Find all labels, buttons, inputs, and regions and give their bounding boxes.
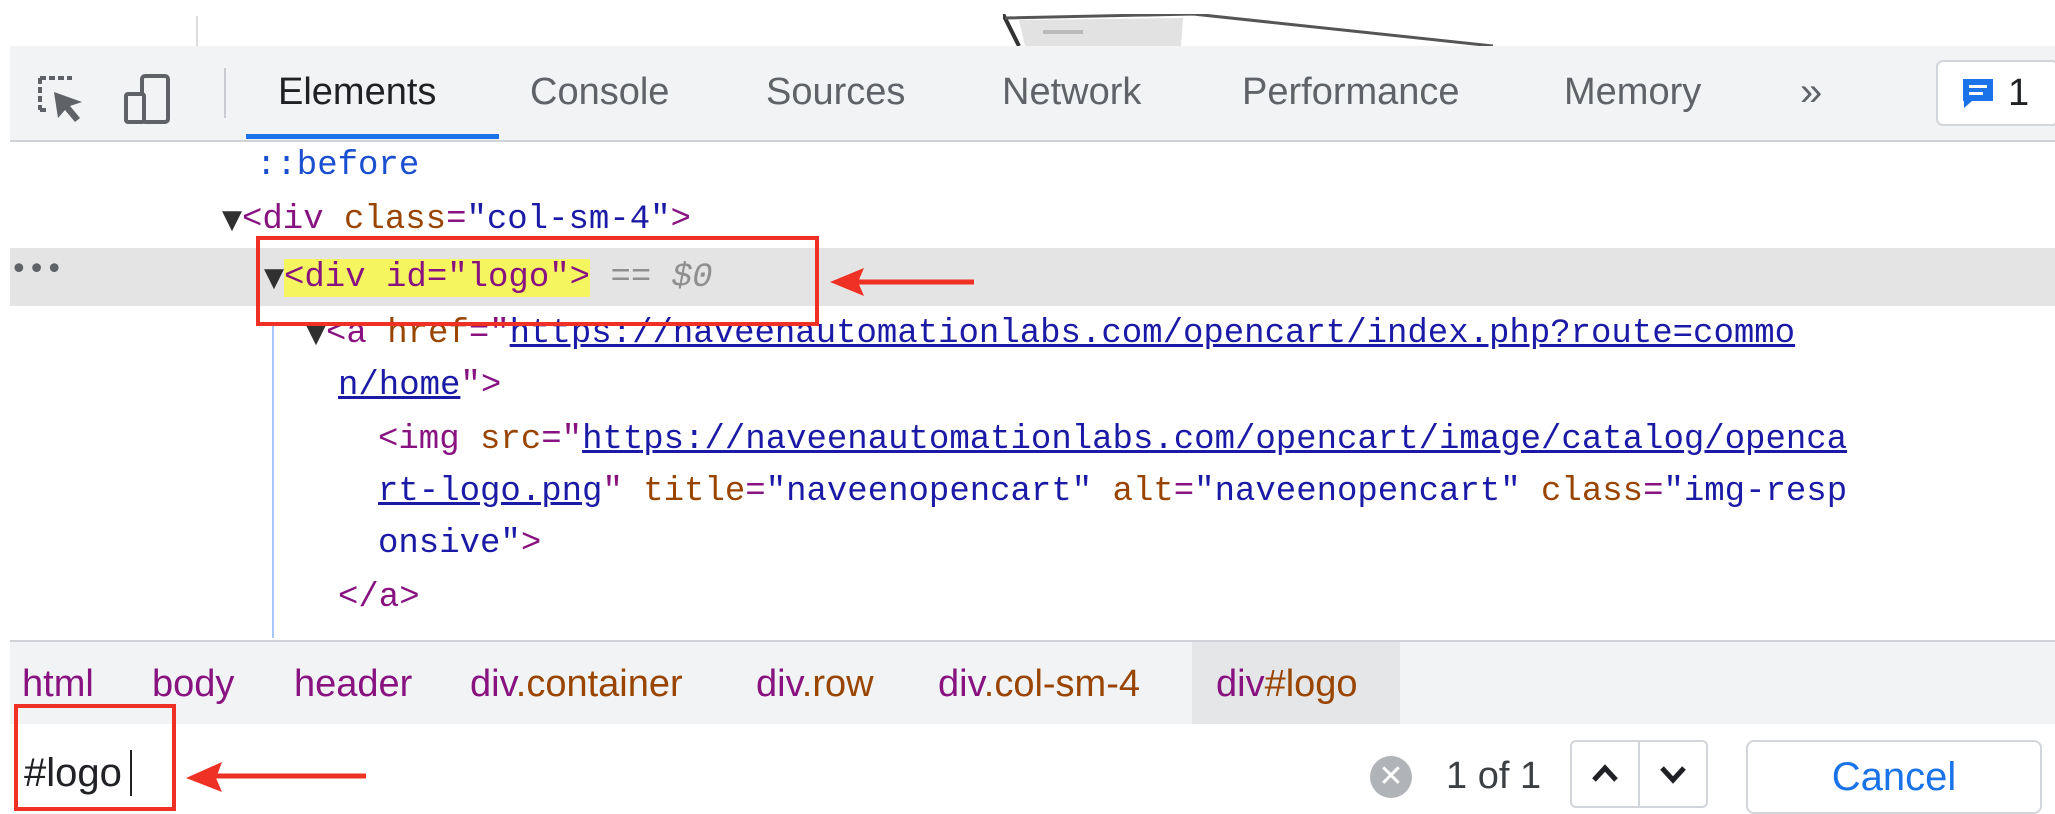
tag-close: "> xyxy=(460,367,502,405)
breadcrumb-div-logo[interactable]: div#logo xyxy=(1216,662,1358,706)
expand-triangle-icon[interactable]: ▼ xyxy=(222,205,242,235)
img-node-end: onsive"> xyxy=(378,524,541,564)
match-count: 1 of 1 xyxy=(1446,755,1542,797)
breadcrumb-div-container[interactable]: div.container xyxy=(470,662,683,706)
attr-name: class xyxy=(1541,473,1644,511)
tag-close: > xyxy=(520,525,542,563)
annotation-arrow-icon xyxy=(186,762,366,792)
device-toggle-icon[interactable] xyxy=(120,72,176,128)
tab-performance[interactable]: Performance xyxy=(1242,68,1460,116)
node-actions-ellipsis[interactable]: ••• xyxy=(10,252,63,287)
annotation-arrow-icon xyxy=(830,268,974,296)
toolbar-separator xyxy=(224,68,226,118)
attr-name: alt xyxy=(1112,473,1174,511)
inspect-element-icon[interactable] xyxy=(32,72,88,128)
issues-button[interactable]: 1 xyxy=(1936,60,2055,126)
attr-name: src xyxy=(480,421,542,459)
tab-sources[interactable]: Sources xyxy=(766,68,905,116)
anchor-node-continued: n/home"> xyxy=(338,366,501,406)
attr-value: "naveenopencart" xyxy=(1194,473,1521,511)
src-link[interactable]: https://naveenautomationlabs.com/opencar… xyxy=(582,421,1847,459)
active-tab-indicator xyxy=(246,134,499,139)
col-sm-4-node[interactable]: ▼<div class="col-sm-4"> xyxy=(222,200,691,240)
annotation-box-logo-node xyxy=(256,236,819,326)
tab-network[interactable]: Network xyxy=(1002,68,1141,116)
pseudo-before-text: ::before xyxy=(256,147,420,185)
breadcrumb-header[interactable]: header xyxy=(294,662,412,706)
tag-close: > xyxy=(670,201,691,239)
previous-match-button[interactable] xyxy=(1572,742,1640,806)
attr-value-continued: onsive" xyxy=(378,525,521,563)
tab-elements[interactable]: Elements xyxy=(278,68,436,116)
issues-count: 1 xyxy=(2008,72,2030,114)
tag-open: <div xyxy=(242,201,324,239)
page-image-fragment xyxy=(1003,14,1493,46)
page-divider xyxy=(196,16,198,46)
breadcrumb-body[interactable]: body xyxy=(152,662,234,706)
attr-value: "img-resp xyxy=(1663,473,1848,511)
img-node-continued: rt-logo.png" title="naveenopencart" alt=… xyxy=(378,473,1848,511)
attr-quote: " xyxy=(602,473,623,511)
cancel-button[interactable]: Cancel xyxy=(1746,740,2042,814)
devtools-toolbar: Elements Console Sources Network Perform… xyxy=(10,46,2055,142)
chevron-up-icon xyxy=(1592,764,1618,782)
attr-equals: = xyxy=(446,201,467,239)
chevron-down-icon xyxy=(1660,766,1686,784)
tab-memory[interactable]: Memory xyxy=(1564,68,1701,116)
attr-equals: =" xyxy=(541,421,583,459)
tag-open: <img xyxy=(378,421,460,459)
breadcrumb-div-col-sm-4[interactable]: div.col-sm-4 xyxy=(938,662,1140,706)
clear-search-button[interactable]: ✕ xyxy=(1370,756,1412,798)
cancel-label: Cancel xyxy=(1831,755,1957,799)
pseudo-before-node[interactable]: ::before xyxy=(256,146,419,186)
more-tabs-chevron-icon[interactable]: » xyxy=(1800,68,1822,116)
attr-value: "naveenopencart" xyxy=(765,473,1093,511)
breadcrumb: html body header div.container div.row d… xyxy=(10,640,2055,726)
breadcrumb-div-row[interactable]: div.row xyxy=(756,662,874,706)
attr-name: title xyxy=(643,473,746,511)
href-link-continued[interactable]: n/home xyxy=(338,367,460,405)
dom-tree-panel: ••• ::before ▼<div class="col-sm-4"> ▼<d… xyxy=(10,142,2055,638)
clear-icon: ✕ xyxy=(1378,759,1404,794)
img-node[interactable]: <img src="https://naveenautomationlabs.c… xyxy=(378,420,1847,460)
closing-tag: </a> xyxy=(338,579,420,617)
src-link-continued[interactable]: rt-logo.png xyxy=(378,473,602,511)
annotation-box-search xyxy=(14,704,176,811)
page-content-sliver xyxy=(0,0,2055,46)
attr-value: "col-sm-4" xyxy=(466,201,671,239)
tab-console[interactable]: Console xyxy=(530,68,669,116)
match-navigation xyxy=(1570,740,1708,808)
breadcrumb-html[interactable]: html xyxy=(22,662,94,706)
attr-name: class xyxy=(344,201,447,239)
tree-guide-line xyxy=(272,326,274,638)
issues-chat-icon xyxy=(1963,79,1993,108)
next-match-button[interactable] xyxy=(1640,742,1706,806)
anchor-close-node[interactable]: </a> xyxy=(338,578,420,618)
